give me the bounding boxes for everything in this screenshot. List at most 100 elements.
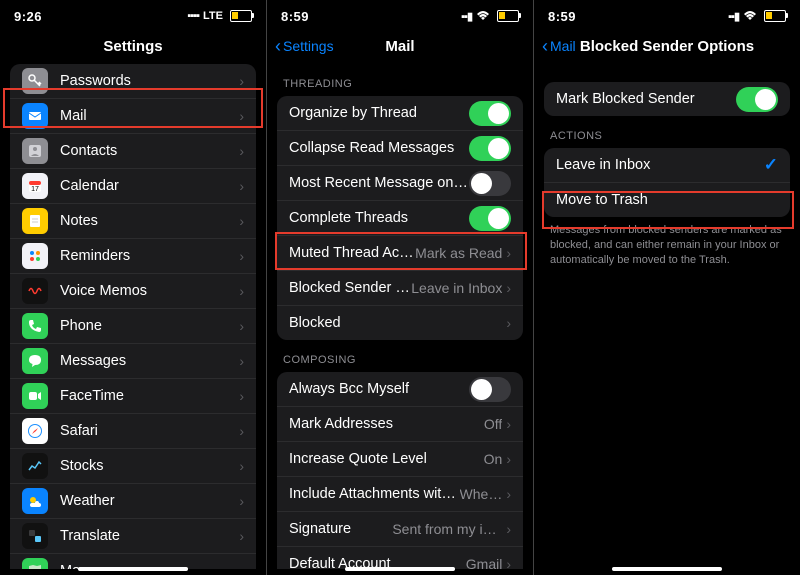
row-increase-quote-level[interactable]: Increase Quote LevelOn› [277, 442, 523, 477]
home-indicator[interactable] [345, 567, 455, 571]
status-time: 9:26 [14, 9, 42, 24]
facetime-icon [22, 383, 48, 409]
row-organize-by-thread[interactable]: Organize by Thread [277, 96, 523, 131]
row-collapse-read-messages[interactable]: Collapse Read Messages [277, 131, 523, 166]
row-detail: Off [484, 416, 502, 432]
settings-row-phone[interactable]: Phone› [10, 309, 256, 344]
home-indicator[interactable] [78, 567, 188, 571]
settings-row-translate[interactable]: Translate› [10, 519, 256, 554]
chevron-right-icon: › [239, 143, 244, 159]
row-label: Include Attachments with Replies [289, 486, 460, 502]
status-indicators: ▪▪▪▪ LTE [187, 10, 252, 22]
translate-icon [22, 523, 48, 549]
section-header-actions: ACTIONS [534, 116, 800, 148]
row-always-bcc-myself[interactable]: Always Bcc Myself [277, 372, 523, 407]
row-label: FaceTime [60, 388, 239, 404]
chevron-right-icon: › [506, 280, 511, 296]
toggle-switch[interactable] [469, 136, 511, 161]
nav-bar: ‹ Mail Blocked Sender Options [534, 28, 800, 64]
voice-memos-icon [22, 278, 48, 304]
back-button[interactable]: ‹ Settings [275, 36, 334, 57]
nav-bar: ‹ Settings Mail [267, 28, 533, 64]
section-footer-actions: Messages from blocked senders are marked… [534, 217, 800, 272]
notes-icon [22, 208, 48, 234]
chevron-right-icon: › [239, 563, 244, 569]
status-bar: 9:26 ▪▪▪▪ LTE [0, 0, 266, 28]
row-label: Messages [60, 353, 239, 369]
row-mark-addresses[interactable]: Mark AddressesOff› [277, 407, 523, 442]
row-label: Signature [289, 521, 392, 537]
row-blocked[interactable]: Blocked› [277, 306, 523, 340]
action-move-to-trash[interactable]: Move to Trash [544, 183, 790, 217]
row-label: Notes [60, 213, 239, 229]
row-detail: On [484, 451, 503, 467]
settings-row-weather[interactable]: Weather› [10, 484, 256, 519]
toggle-switch[interactable] [469, 171, 511, 196]
settings-list[interactable]: Passwords›Mail›Contacts›17Calendar›Notes… [0, 64, 266, 569]
back-button[interactable]: ‹ Mail [542, 36, 576, 57]
reminders-icon [22, 243, 48, 269]
row-label: Complete Threads [289, 210, 469, 226]
settings-row-mail[interactable]: Mail› [10, 99, 256, 134]
settings-row-facetime[interactable]: FaceTime› [10, 379, 256, 414]
row-label: Voice Memos [60, 283, 239, 299]
settings-row-stocks[interactable]: Stocks› [10, 449, 256, 484]
battery-icon [230, 10, 252, 22]
phone-blocked-sender-options: 8:59 ▪▪▮ ‹ Mail Blocked Sender Options M… [534, 0, 800, 575]
chevron-right-icon: › [506, 315, 511, 331]
row-label: Translate [60, 528, 239, 544]
toggle-switch[interactable] [736, 87, 778, 112]
row-complete-threads[interactable]: Complete Threads [277, 201, 523, 236]
chevron-right-icon: › [239, 178, 244, 194]
status-time: 8:59 [281, 9, 309, 24]
settings-row-contacts[interactable]: Contacts› [10, 134, 256, 169]
chevron-right-icon: › [239, 318, 244, 334]
chevron-right-icon: › [239, 248, 244, 264]
toggle-switch[interactable] [469, 206, 511, 231]
settings-row-reminders[interactable]: Reminders› [10, 239, 256, 274]
settings-row-safari[interactable]: Safari› [10, 414, 256, 449]
chevron-right-icon: › [239, 213, 244, 229]
row-default-account[interactable]: Default AccountGmail› [277, 547, 523, 569]
chevron-right-icon: › [506, 451, 511, 467]
row-label: Always Bcc Myself [289, 381, 469, 397]
settings-row-calendar[interactable]: 17Calendar› [10, 169, 256, 204]
key-icon [22, 68, 48, 94]
settings-row-voice-memos[interactable]: Voice Memos› [10, 274, 256, 309]
row-label: Increase Quote Level [289, 451, 484, 467]
settings-row-passwords[interactable]: Passwords› [10, 64, 256, 99]
toggle-switch[interactable] [469, 101, 511, 126]
back-label: Mail [550, 38, 576, 54]
settings-row-notes[interactable]: Notes› [10, 204, 256, 239]
weather-icon [22, 488, 48, 514]
mark-blocked-sender-row[interactable]: Mark Blocked Sender [544, 82, 790, 116]
action-leave-in-inbox[interactable]: Leave in Inbox✓ [544, 148, 790, 183]
row-label: Organize by Thread [289, 105, 469, 121]
status-time: 8:59 [548, 9, 576, 24]
settings-row-messages[interactable]: Messages› [10, 344, 256, 379]
row-detail: Sent from my iPhone [392, 521, 502, 537]
row-label: Blocked [289, 315, 506, 331]
mail-settings-list[interactable]: THREADING Organize by ThreadCollapse Rea… [267, 64, 533, 569]
row-most-recent-message-on-top[interactable]: Most Recent Message on Top [277, 166, 523, 201]
home-indicator[interactable] [612, 567, 722, 571]
chevron-right-icon: › [506, 245, 511, 261]
row-signature[interactable]: SignatureSent from my iPhone› [277, 512, 523, 547]
status-indicators: ▪▪▮ [728, 10, 786, 23]
row-include-attachments-with-replies[interactable]: Include Attachments with RepliesWhe…› [277, 477, 523, 512]
chevron-right-icon: › [506, 486, 511, 502]
battery-icon [497, 10, 519, 22]
row-label: Muted Thread Action [289, 245, 415, 261]
toggle-switch[interactable] [469, 377, 511, 402]
phone-mail-settings: 8:59 ▪▪▮ ‹ Settings Mail THREADING Organ… [267, 0, 534, 575]
maps-icon [22, 558, 48, 569]
row-blocked-sender-options[interactable]: Blocked Sender OptionsLeave in Inbox› [277, 271, 523, 306]
row-label: Leave in Inbox [556, 157, 764, 173]
signal-icon: ▪▪▪▪ [187, 10, 199, 22]
row-detail: Mark as Read [415, 245, 502, 261]
row-label: Weather [60, 493, 239, 509]
row-label: Mail [60, 108, 239, 124]
row-muted-thread-action[interactable]: Muted Thread ActionMark as Read› [277, 236, 523, 271]
chevron-right-icon: › [239, 108, 244, 124]
row-label: Blocked Sender Options [289, 280, 411, 296]
